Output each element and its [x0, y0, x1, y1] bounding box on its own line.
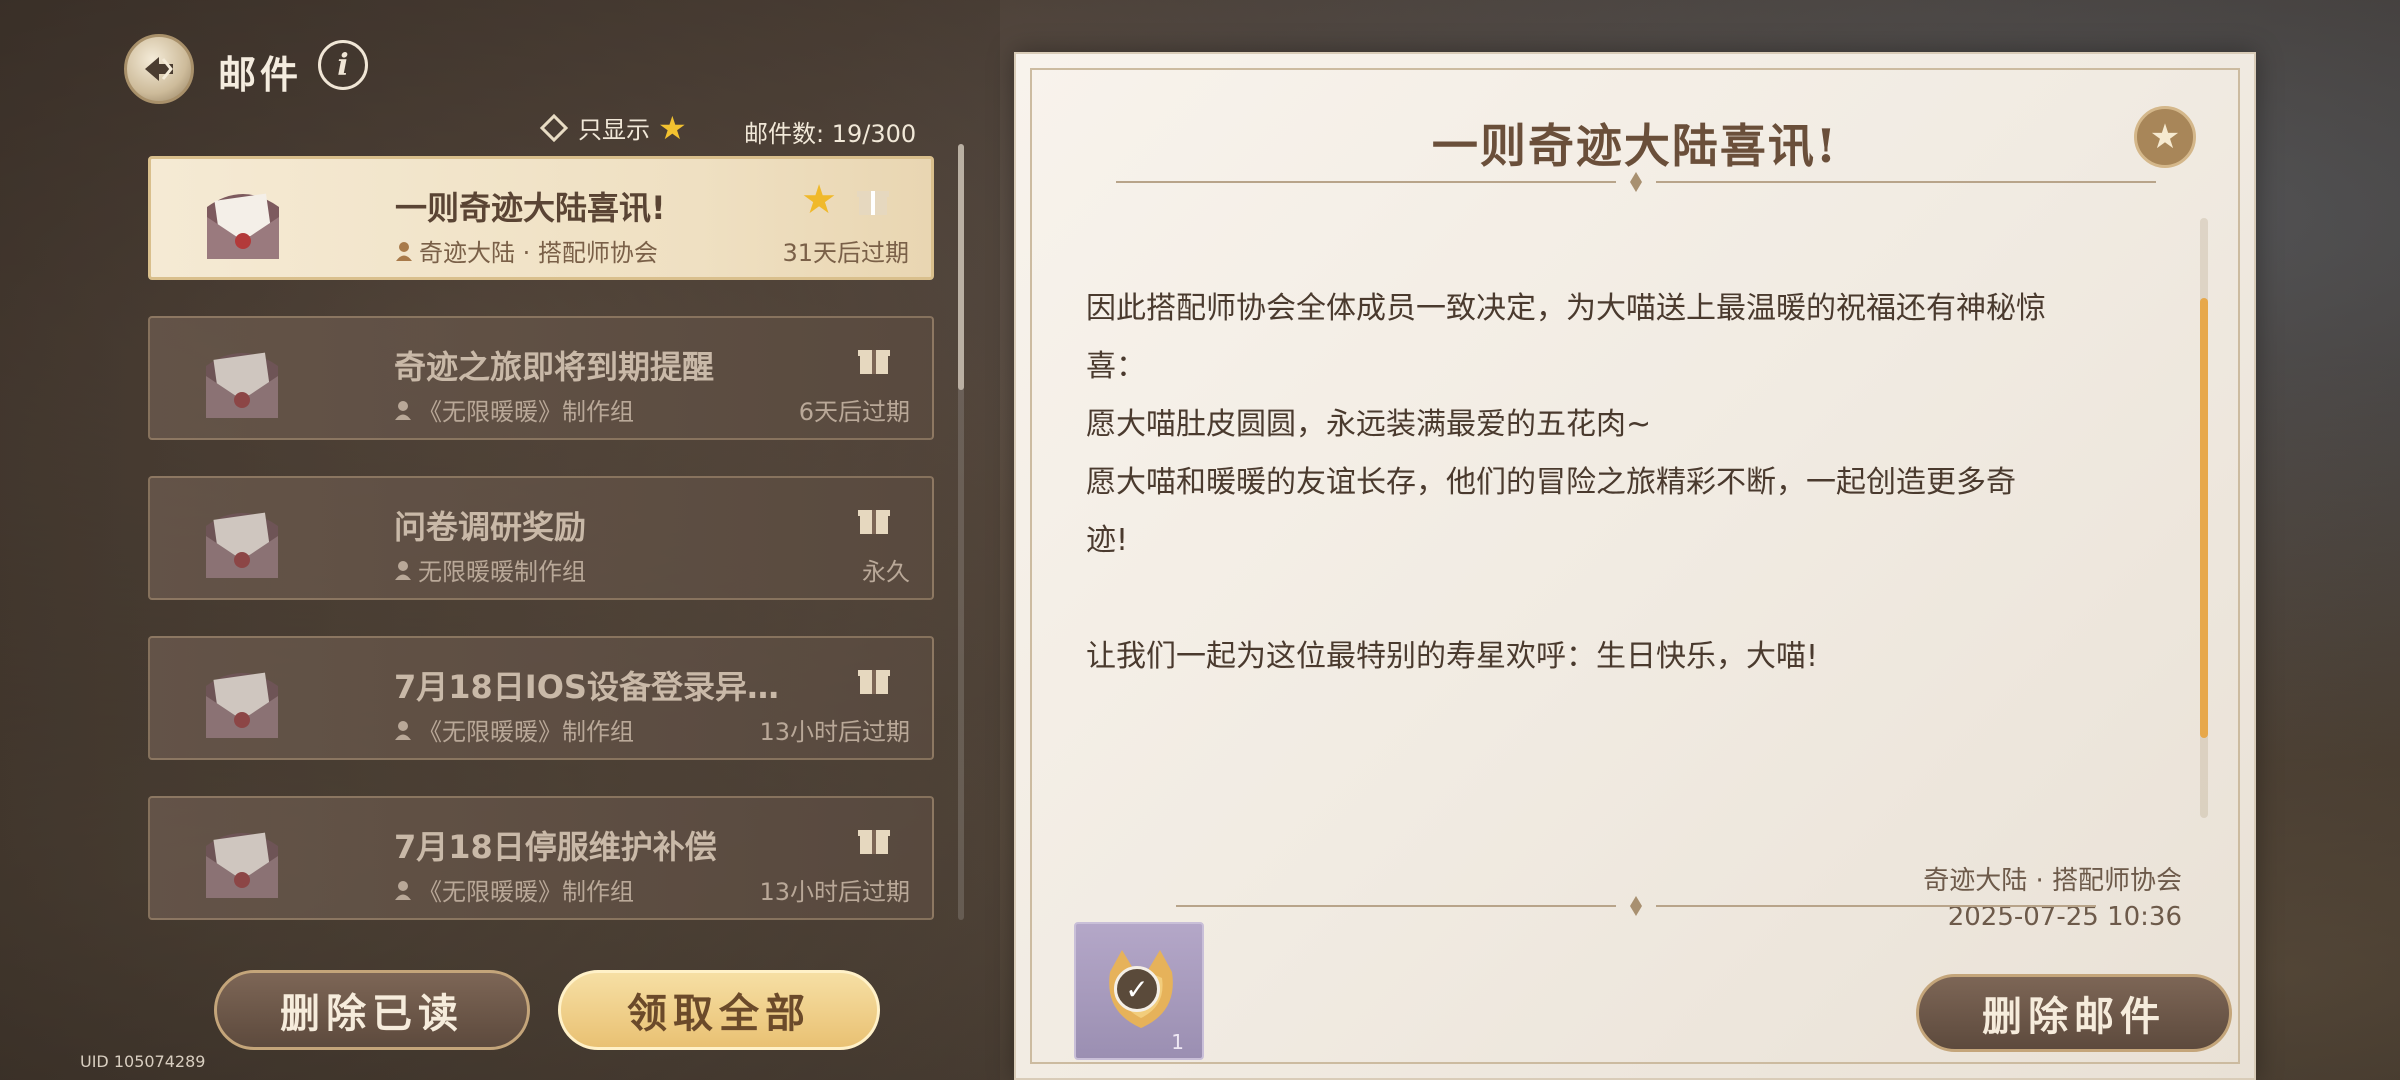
mail-sender-name: 奇迹大陆 · 搭配师协会 [419, 239, 658, 267]
delete-mail-button[interactable]: 删除邮件 [1916, 974, 2232, 1052]
envelope-icon [206, 672, 278, 738]
mail-expiry: 6天后过期 [798, 398, 910, 426]
mail-item[interactable]: 7月18日停服维护补偿 《无限暖暖》制作组 13小时后过期 [148, 796, 934, 920]
envelope-icon [206, 512, 278, 578]
letter-paragraph: 喜： [1086, 349, 1146, 384]
back-arrow-icon [145, 57, 173, 81]
mail-sender-name: 《无限暖暖》制作组 [418, 398, 634, 426]
mail-item[interactable]: 问卷调研奖励 无限暖暖制作组 永久 [148, 476, 934, 600]
gift-icon [858, 350, 890, 374]
mail-item[interactable]: 一则奇迹大陆喜讯! 奇迹大陆 · 搭配师协会 ★ 31天后过期 [148, 156, 934, 280]
uid-label: UID 105074289 [80, 1052, 206, 1071]
info-icon[interactable]: i [318, 40, 368, 90]
person-icon [396, 241, 412, 261]
favorite-filter-toggle[interactable]: 只显示 ★ [539, 108, 687, 147]
mail-sender: 《无限暖暖》制作组 [394, 872, 634, 907]
letter-paragraph: 愿大喵肚皮圆圆，永远装满最爱的五花肉~ [1086, 407, 1652, 442]
mail-title: 奇迹之旅即将到期提醒 [394, 348, 715, 386]
favorite-star-button[interactable]: ★ [2134, 106, 2196, 168]
letter-paragraph: 让我们一起为这位最特别的寿星欢呼：生日快乐，大喵! [1086, 639, 1819, 674]
mail-title: 一则奇迹大陆喜讯! [395, 189, 666, 227]
mail-sender-name: 《无限暖暖》制作组 [418, 718, 634, 746]
letter-scrollbar[interactable] [2200, 218, 2208, 818]
mail-sender: 无限暖暖制作组 [394, 552, 586, 587]
letter-sender: 奇迹大陆 · 搭配师协会 [1923, 866, 2182, 896]
mail-item[interactable]: 奇迹之旅即将到期提醒 《无限暖暖》制作组 6天后过期 [148, 316, 934, 440]
mail-title: 7月18日IOS设备登录异… [394, 668, 779, 706]
delete-read-button[interactable]: 删除已读 [214, 970, 530, 1050]
divider [1176, 896, 2096, 916]
mail-list-scrollbar[interactable] [958, 144, 964, 920]
mail-sender-name: 无限暖暖制作组 [418, 558, 586, 586]
claimed-check-icon: ✓ [1114, 966, 1160, 1012]
gift-icon [858, 670, 890, 694]
mail-count-value: 19/300 [831, 120, 917, 148]
star-icon: ★ [658, 108, 687, 147]
mail-sender: 《无限暖暖》制作组 [394, 392, 634, 427]
person-icon [395, 560, 411, 580]
gift-icon [858, 510, 890, 534]
envelope-icon [206, 832, 278, 898]
mail-expiry: 13小时后过期 [759, 878, 910, 906]
envelope-icon [206, 352, 278, 418]
gift-icon [858, 830, 890, 854]
back-button[interactable] [124, 34, 194, 104]
mail-sender: 《无限暖暖》制作组 [394, 712, 634, 747]
filter-label: 只显示 [578, 116, 650, 144]
letter-paragraph: 迹! [1086, 523, 1129, 558]
person-icon [395, 880, 411, 900]
claim-all-button[interactable]: 领取全部 [558, 970, 880, 1050]
letter-paragraph: 因此搭配师协会全体成员一致决定，为大喵送上最温暖的祝福还有神秘惊 [1086, 291, 2046, 326]
mail-expiry: 永久 [862, 558, 910, 586]
person-icon [395, 400, 411, 420]
mail-sender: 奇迹大陆 · 搭配师协会 [395, 233, 658, 268]
mail-expiry: 31天后过期 [782, 239, 909, 267]
mail-item[interactable]: 7月18日IOS设备登录异… 《无限暖暖》制作组 13小时后过期 [148, 636, 934, 760]
envelope-icon [207, 193, 279, 259]
person-icon [395, 720, 411, 740]
letter-panel: 一则奇迹大陆喜讯! ★ 因此搭配师协会全体成员一致决定，为大喵送上最温暖的祝福还… [1014, 52, 2256, 1080]
attachment-item[interactable]: ✓ 1 [1074, 922, 1204, 1060]
letter-title: 一则奇迹大陆喜讯! [1431, 119, 1839, 173]
star-icon: ★ [801, 177, 837, 223]
mail-expiry: 13小时后过期 [759, 718, 910, 746]
page-title: 邮件 [218, 53, 303, 97]
letter-paragraph: 愿大喵和暖暖的友谊长存，他们的冒险之旅精彩不断，一起创造更多奇 [1086, 465, 2016, 500]
mail-title: 7月18日停服维护补偿 [394, 828, 717, 866]
gift-icon [857, 191, 889, 215]
letter-body: 因此搭配师协会全体成员一致决定，为大喵送上最温暖的祝福还有神秘惊 喜： 愿大喵肚… [1086, 280, 2116, 686]
attachment-count: 1 [1171, 1030, 1184, 1054]
mail-sender-name: 《无限暖暖》制作组 [418, 878, 634, 906]
checkbox-diamond-icon [539, 113, 569, 142]
mail-count: 邮件数: 19/300 [744, 114, 916, 149]
letter-paragraph [1086, 570, 2116, 628]
mail-count-label: 邮件数: [744, 120, 825, 148]
divider [1116, 172, 2156, 192]
mail-title: 问卷调研奖励 [394, 508, 587, 546]
scrollbar-thumb[interactable] [958, 144, 964, 390]
star-icon: ★ [2149, 117, 2181, 157]
scrollbar-thumb[interactable] [2200, 298, 2208, 738]
